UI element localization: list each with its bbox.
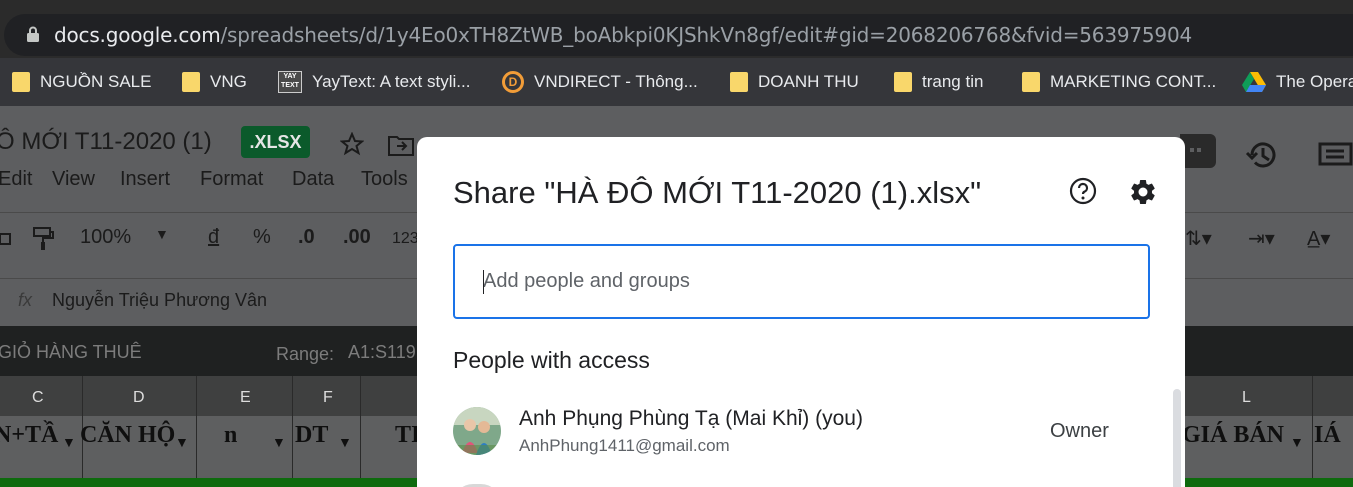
add-people-input[interactable] (453, 244, 1150, 319)
grid-line (292, 376, 293, 478)
move-folder-icon[interactable] (388, 134, 414, 156)
print-icon[interactable] (0, 228, 12, 250)
bookmark-label: MARKETING CONT... (1050, 72, 1217, 91)
folder-icon (1022, 72, 1040, 92)
more-formats-button[interactable]: 123 (392, 230, 419, 248)
bookmark-label: VNG (210, 72, 247, 91)
menu-insert[interactable]: Insert (120, 168, 170, 191)
column-header-e[interactable]: E (240, 389, 251, 407)
menu-tools[interactable]: Tools (361, 168, 408, 191)
range-value[interactable]: A1:S119 (348, 342, 416, 363)
table-cell[interactable]: DT (295, 422, 328, 449)
folder-icon (182, 72, 200, 92)
bookmarks-bar: NGUỒN SALE VNG YAY TEXT YayText: A text st… (0, 58, 1353, 106)
zoom-select[interactable]: 100% (80, 226, 131, 249)
filter-icon[interactable]: ▼ (175, 436, 189, 452)
folder-icon (894, 72, 912, 92)
vertical-align-icon[interactable]: ⇅▾ (1185, 226, 1212, 251)
bookmark-yaytext[interactable]: YAY TEXT YayText: A text styli... (278, 70, 470, 94)
history-icon[interactable] (1244, 140, 1278, 170)
filter-icon[interactable]: ▼ (338, 436, 352, 452)
decrease-decimal-button[interactable]: .0 (298, 226, 315, 249)
menu-view[interactable]: View (52, 168, 95, 191)
vndirect-icon: D (502, 71, 524, 93)
bookmark-label: NGUỒN SALE (40, 72, 152, 91)
filter-view-name[interactable]: GIỎ HÀNG THUÊ (0, 342, 142, 363)
file-type-badge: .XLSX (241, 126, 310, 158)
formula-input[interactable]: Nguyễn Triệu Phương Vân (52, 290, 267, 311)
url-host: docs.google.com (54, 23, 221, 47)
filter-icon[interactable]: ▼ (272, 436, 286, 452)
chevron-down-icon[interactable]: ▼ (155, 226, 169, 242)
table-cell[interactable]: GIÁ BÁN (1182, 422, 1284, 449)
bookmark-trang-tin[interactable]: trang tin (894, 70, 983, 94)
filter-icon[interactable]: ▼ (1290, 436, 1304, 452)
column-header-c[interactable]: C (32, 389, 44, 407)
paint-format-icon[interactable] (30, 226, 56, 252)
filter-icon[interactable]: ▼ (62, 436, 76, 452)
menu-data[interactable]: Data (292, 168, 334, 191)
url-text[interactable]: docs.google.com/spreadsheets/d/1y4Eo0xTH… (54, 23, 1192, 47)
url-path: /spreadsheets/d/1y4Eo0xTH8ZtWB_boAbkpi0K… (220, 23, 1193, 47)
menu-format[interactable]: Format (200, 168, 263, 191)
text-caret (483, 270, 484, 294)
dialog-title: Share "HÀ ĐÔ MỚI T11-2020 (1).xlsx" (453, 175, 982, 210)
bookmark-vng[interactable]: VNG (182, 70, 247, 94)
currency-button[interactable]: đ (208, 226, 219, 249)
column-header-f[interactable]: F (323, 389, 333, 407)
yaytext-icon: YAY TEXT (278, 71, 302, 93)
person-name: Anh Phụng Phùng Tạ (Mai Khỉ) (you) (519, 407, 863, 430)
address-bar[interactable]: docs.google.com/spreadsheets/d/1y4Eo0xTH… (4, 14, 1353, 56)
people-with-access-heading: People with access (453, 347, 650, 373)
percent-button[interactable]: % (253, 226, 271, 249)
bookmark-label: The Opera (1276, 72, 1353, 91)
lock-icon[interactable] (26, 26, 40, 42)
table-cell[interactable]: IÁ (1314, 422, 1341, 449)
bookmark-label: YayText: A text styli... (312, 72, 471, 91)
table-cell[interactable]: CĂN HỘ (80, 422, 175, 449)
bookmark-vndirect[interactable]: D VNDIRECT - Thông... (502, 70, 698, 94)
table-cell[interactable]: N+TẦ (0, 422, 58, 449)
folder-icon (730, 72, 748, 92)
bookmark-label: DOANH THU (758, 72, 859, 91)
avatar (453, 407, 501, 455)
increase-decimal-button[interactable]: .00 (343, 226, 371, 249)
star-icon[interactable] (340, 132, 364, 156)
comments-icon[interactable] (1318, 142, 1353, 170)
share-dialog: Share "HÀ ĐÔ MỚI T11-2020 (1).xlsx" Peop… (417, 137, 1185, 487)
bookmark-the-opera[interactable]: The Opera (1242, 70, 1353, 94)
settings-gear-icon[interactable] (1128, 177, 1158, 207)
text-wrap-icon[interactable]: ⇥▾ (1248, 226, 1275, 251)
person-role: Owner (1050, 420, 1109, 442)
folder-icon (12, 72, 30, 92)
chat-icon[interactable] (1180, 134, 1216, 174)
grid-line (1312, 376, 1313, 478)
text-rotation-icon[interactable]: A̲▾ (1307, 226, 1330, 251)
range-label: Range: (276, 344, 335, 364)
fx-icon: fx (18, 290, 33, 310)
grid-line (196, 376, 197, 478)
dialog-scrollbar[interactable] (1173, 389, 1181, 487)
table-cell[interactable]: n (224, 422, 237, 449)
help-icon[interactable] (1069, 177, 1097, 205)
column-header-l[interactable]: L (1242, 389, 1251, 407)
document-title[interactable]: Ô MỚI T11-2020 (1) (0, 128, 212, 156)
bookmark-marketing[interactable]: MARKETING CONT... (1022, 70, 1216, 94)
bookmark-label: trang tin (922, 72, 984, 91)
column-header-d[interactable]: D (133, 389, 145, 407)
menu-edit[interactable]: Edit (0, 168, 32, 191)
person-email: AnhPhung1411@gmail.com (519, 436, 730, 455)
bookmark-nguon-sale[interactable]: NGUỒN SALE (12, 70, 151, 94)
drive-icon (1242, 72, 1266, 92)
grid-line (360, 376, 361, 478)
bookmark-doanh-thu[interactable]: DOANH THU (730, 70, 859, 94)
bookmark-label: VNDIRECT - Thông... (534, 72, 698, 91)
